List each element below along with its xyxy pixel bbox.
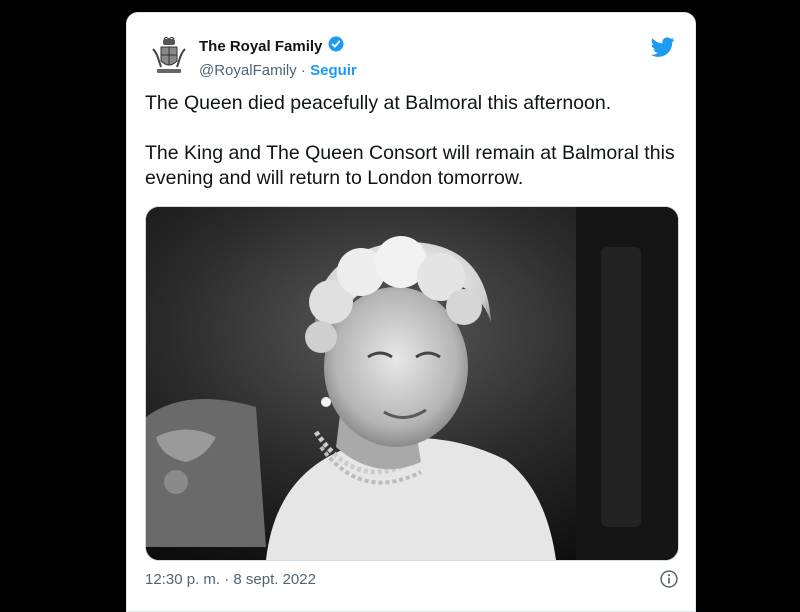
tweet-photo[interactable] — [145, 206, 679, 561]
author-block: The Royal Family @RoyalFamily · Seguir — [199, 35, 357, 82]
verified-badge-icon — [327, 35, 345, 59]
tweet-paragraph: The King and The Queen Consort will rema… — [145, 142, 675, 189]
portrait-photo-illustration — [146, 207, 678, 560]
tweet-text: The Queen died peacefully at Balmoral th… — [145, 91, 685, 191]
author-handle[interactable]: @RoyalFamily — [199, 62, 297, 79]
info-icon[interactable] — [659, 569, 679, 589]
tweet-paragraph: The Queen died peacefully at Balmoral th… — [145, 92, 612, 114]
author-display-name[interactable]: The Royal Family — [199, 37, 322, 57]
royal-coat-of-arms-icon[interactable] — [147, 35, 191, 79]
author-name-row[interactable]: The Royal Family — [199, 35, 357, 59]
tweet-timestamp[interactable]: 12:30 p. m. · 8 sept. 2022 — [145, 571, 316, 588]
follow-button[interactable]: Seguir — [310, 62, 357, 79]
tweet-footer: 12:30 p. m. · 8 sept. 2022 — [145, 569, 679, 589]
handle-row: @RoyalFamily · Seguir — [199, 60, 357, 82]
twitter-bird-icon[interactable] — [650, 35, 675, 59]
separator-dot: · — [296, 62, 311, 79]
tweet-card: The Royal Family @RoyalFamily · Seguir T… — [126, 12, 696, 612]
